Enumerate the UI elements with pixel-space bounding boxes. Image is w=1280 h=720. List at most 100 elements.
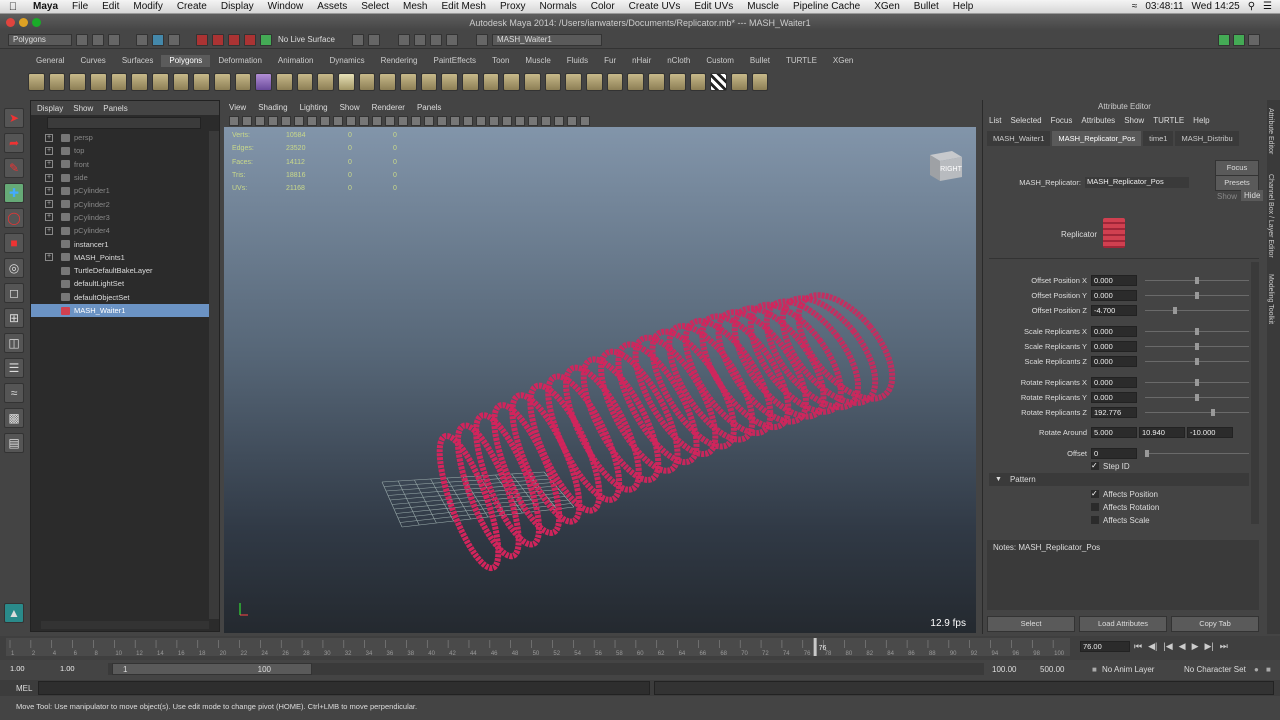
grid-icon[interactable] (320, 115, 330, 126)
outliner-item-persp[interactable]: + persp (31, 131, 219, 144)
grease-pencil-icon[interactable] (307, 115, 317, 126)
wireframe-on-shaded-icon[interactable] (463, 115, 473, 126)
select-component-icon[interactable] (168, 33, 180, 46)
snap-grid-icon[interactable] (196, 33, 208, 46)
new-scene-icon[interactable] (76, 33, 88, 46)
attr-menu-selected[interactable]: Selected (1010, 116, 1041, 125)
menu-set-dropdown[interactable]: Polygons (8, 33, 72, 46)
move-tool-icon[interactable]: ✚ (4, 183, 24, 203)
separate-icon[interactable] (276, 73, 293, 91)
merge-icon[interactable] (544, 73, 562, 91)
auto-key-icon[interactable]: ● (1254, 665, 1259, 674)
menu-muscle[interactable]: Muscle (740, 1, 786, 12)
expand-icon[interactable]: + (45, 226, 53, 235)
current-frame-field[interactable]: 76.00 (1080, 641, 1130, 652)
start-time-field[interactable]: 1.00 (8, 664, 56, 675)
2d-pan-zoom-icon[interactable] (294, 115, 304, 126)
date-time[interactable]: Wed 14:25 (1192, 1, 1240, 12)
planar-mapping-icon[interactable] (627, 73, 645, 91)
menu-edit-mesh[interactable]: Edit Mesh (434, 1, 492, 12)
outliner-menu-show[interactable]: Show (73, 104, 93, 113)
attr-tab-mash-waiter1[interactable]: MASH_Waiter1 (987, 131, 1051, 146)
minimize-window-button[interactable] (19, 18, 28, 27)
outliner-filter-field[interactable] (47, 117, 201, 129)
snap-plane-icon[interactable] (244, 33, 256, 46)
render-settings-icon[interactable] (446, 33, 458, 46)
shelf-tab-polygons[interactable]: Polygons (161, 55, 211, 67)
collapse-icon[interactable]: ▼ (995, 476, 1002, 483)
attr-slider[interactable] (1145, 393, 1249, 401)
slider-handle[interactable] (1195, 342, 1199, 350)
uv-editor-icon[interactable] (730, 73, 748, 91)
render-icon[interactable] (414, 33, 426, 46)
outliner-scrollbar-horizontal[interactable] (41, 621, 209, 629)
presets-button[interactable]: Presets (1215, 175, 1259, 191)
pattern-section-header[interactable]: ▼ Pattern (989, 473, 1249, 486)
outliner-item-top[interactable]: + top (31, 144, 219, 157)
textured-icon[interactable] (476, 115, 486, 126)
viewport-menu-view[interactable]: View (229, 103, 246, 112)
layout-four-icon[interactable]: ⊞ (4, 308, 24, 328)
render-view-icon[interactable] (398, 33, 410, 46)
poly-cylinder-icon[interactable] (69, 73, 87, 91)
layout-uv-icon[interactable]: ▤ (4, 433, 24, 453)
time-slider-track[interactable]: 1 2 4 6 8 10 12 14 16 18 20 22 24 26 28 30 32 34 36 38 40 42 4… (6, 636, 1076, 660)
bookmarks-icon[interactable] (268, 115, 278, 126)
attr-slider[interactable] (1145, 378, 1249, 386)
wifi-icon[interactable]: ≈ (1132, 1, 1138, 12)
step-forward-icon[interactable]: ▶| (1204, 641, 1213, 652)
anti-alias-icon[interactable] (541, 115, 551, 126)
menu-create-uvs[interactable]: Create UVs (622, 1, 688, 12)
use-all-lights-icon[interactable] (489, 115, 499, 126)
camera-attributes-icon[interactable] (255, 115, 265, 126)
pattern-checkbox[interactable]: ✓ (1091, 490, 1099, 498)
bevel-icon[interactable] (482, 73, 500, 91)
shelf-tab-nhair[interactable]: nHair (624, 55, 659, 67)
menu-app[interactable]: Maya (26, 1, 65, 12)
menu-modify[interactable]: Modify (126, 1, 169, 12)
save-scene-icon[interactable] (108, 33, 120, 46)
shelf-tab-fluids[interactable]: Fluids (559, 55, 596, 67)
poly-pipe-icon[interactable] (193, 73, 211, 91)
scale-tool-icon[interactable]: ■ (4, 233, 24, 253)
pattern-checkbox[interactable] (1091, 516, 1099, 524)
layout-side-icon[interactable]: ◫ (4, 333, 24, 353)
slider-handle[interactable] (1195, 378, 1199, 386)
shelf-tab-general[interactable]: General (28, 55, 72, 67)
attr-menu-turtle[interactable]: TURTLE (1153, 116, 1184, 125)
copy-tab-button[interactable]: Copy Tab (1171, 616, 1259, 632)
replicated-rings[interactable] (428, 279, 910, 574)
menu-window[interactable]: Window (261, 1, 311, 12)
step-back-key-icon[interactable]: ◀| (1148, 641, 1157, 652)
chamfer-icon[interactable] (565, 73, 583, 91)
attr-value-field[interactable]: 192.776 (1091, 406, 1137, 418)
shelf-tab-custom[interactable]: Custom (698, 55, 742, 67)
booleans-icon[interactable] (338, 73, 355, 91)
slider-handle[interactable] (1195, 357, 1199, 365)
film-gate-icon[interactable] (333, 115, 343, 126)
select-button[interactable]: Select (987, 616, 1075, 632)
snap-curve-icon[interactable] (212, 33, 224, 46)
safe-title-icon[interactable] (398, 115, 408, 126)
cylindrical-mapping-icon[interactable] (648, 73, 665, 91)
quick-select-field[interactable]: MASH_Waiter1 (492, 33, 602, 46)
go-to-end-icon[interactable]: ⏭ (1220, 641, 1228, 652)
shadows-icon[interactable] (502, 115, 512, 126)
poly-prism-icon[interactable] (152, 73, 169, 91)
node-name-field[interactable]: MASH_Replicator_Pos (1085, 176, 1189, 188)
attr-value-field[interactable]: 0.000 (1091, 340, 1137, 352)
menu-edit[interactable]: Edit (95, 1, 126, 12)
extract-icon[interactable] (296, 73, 314, 91)
layout-graph-icon[interactable]: ≈ (4, 383, 24, 403)
combine-icon[interactable] (255, 73, 273, 91)
outliner-item-side[interactable]: + side (31, 171, 219, 184)
poly-torus-icon[interactable] (131, 73, 149, 91)
ipr-icon[interactable] (430, 33, 442, 46)
offset-edge-loop-icon[interactable] (462, 73, 479, 91)
load-attributes-button[interactable]: Load Attributes (1079, 616, 1167, 632)
rotate-around-x[interactable]: 5.000 (1091, 426, 1137, 438)
slider-handle[interactable] (1195, 291, 1199, 299)
side-tab-attribute-editor[interactable]: Attribute Editor (1267, 100, 1274, 154)
attr-tab-time1[interactable]: time1 (1143, 131, 1174, 146)
list-icon[interactable]: ☰ (1263, 1, 1272, 12)
